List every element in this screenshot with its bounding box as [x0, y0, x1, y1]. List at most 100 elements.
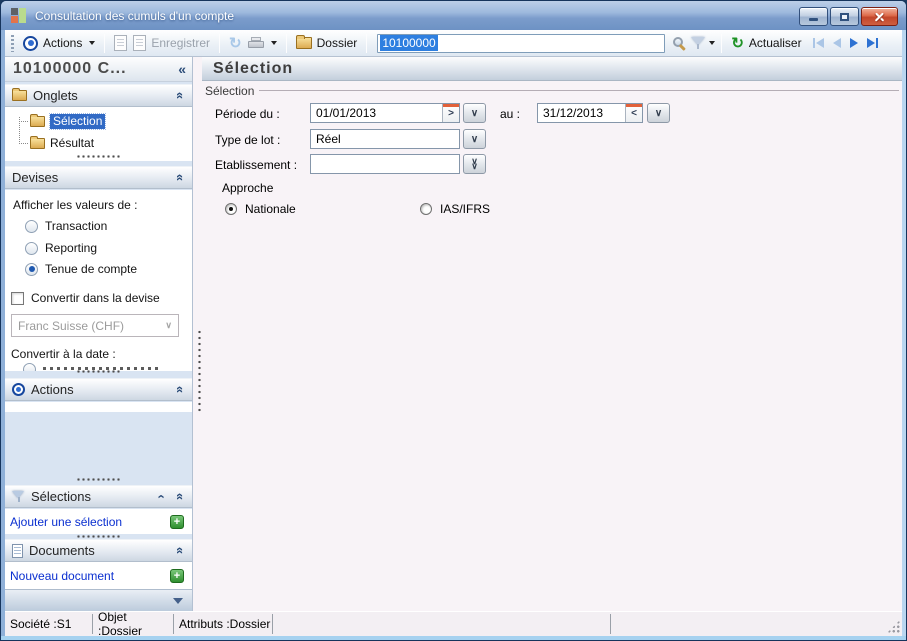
preview-button[interactable] [111, 33, 130, 53]
actualiser-button[interactable]: ↻ Actualiser [728, 34, 804, 53]
devises-title: Devises [12, 170, 59, 185]
periode-au-value: 31/12/2013 [543, 106, 604, 120]
app-window: Consultation des cumuls d'un compte Acti… [0, 0, 907, 641]
new-document-link[interactable]: Nouveau document [10, 569, 114, 583]
collapse-single-icon[interactable]: ‹ [155, 494, 170, 498]
selections-title: Sélections [31, 489, 91, 504]
new-document-plus-button[interactable]: + [170, 568, 184, 583]
date-picker-prev-icon[interactable]: < [625, 104, 642, 122]
collapse-double-icon[interactable]: « [173, 547, 188, 554]
date-picker-next-icon[interactable]: > [442, 104, 459, 122]
periode-au-dropdown-button[interactable]: ∨ [647, 103, 670, 123]
radio-icon [420, 203, 432, 215]
periode-du-field[interactable]: 01/01/2013 > [310, 103, 460, 123]
radio-reporting[interactable]: Reporting [25, 241, 97, 255]
refresh-button[interactable]: ↻ [226, 34, 245, 53]
panel-header-actions[interactable]: Actions « [5, 378, 192, 401]
actions-button[interactable]: Actions [20, 34, 98, 53]
tree-item-resultat[interactable]: Résultat [30, 135, 94, 151]
type-lot-value: Réel [316, 132, 341, 146]
printer-icon [247, 36, 264, 50]
au-label: au : [500, 107, 521, 121]
sidebar-bottom-bar [5, 589, 192, 611]
splitter-handle[interactable] [197, 329, 202, 413]
toolbar: Actions Enregistrer ↻ Dossier 10100000 ↻… [5, 30, 902, 57]
chevron-down-icon: ∨ [470, 107, 479, 119]
document-icon [12, 543, 23, 558]
selections-body: Ajouter une sélection + [5, 509, 192, 534]
save-button[interactable]: Enregistrer [130, 33, 213, 53]
convert-currency-checkbox[interactable]: Convertir dans la devise [11, 291, 160, 305]
dossier-button[interactable]: Dossier [293, 34, 361, 52]
folder-icon [30, 135, 45, 149]
panel-resize-handle[interactable] [75, 477, 122, 482]
window-title: Consultation des cumuls d'un compte [35, 8, 235, 23]
periode-au-field[interactable]: 31/12/2013 < [537, 103, 643, 123]
type-lot-dropdown-button[interactable]: ∨ [463, 129, 486, 149]
status-objet: Objet :Dossier [93, 610, 174, 638]
panel-header-devises[interactable]: Devises « [5, 166, 192, 189]
filter-icon[interactable] [691, 36, 706, 50]
print-caret-icon [270, 41, 277, 45]
panel-resize-handle[interactable] [75, 534, 122, 539]
tree-item-selection[interactable]: Sélection [30, 112, 107, 130]
radio-tenue-de-compte[interactable]: Tenue de compte [25, 262, 137, 276]
refresh-icon: ↻ [229, 34, 242, 52]
toolbar-separator [219, 33, 221, 53]
sidebar-header: 10100000 C... « [5, 57, 192, 82]
panel-header-selections[interactable]: Sélections ‹ « [5, 485, 192, 508]
nav-last-button[interactable] [866, 38, 878, 48]
etablissement-field[interactable] [310, 154, 460, 174]
radio-nationale[interactable]: Nationale [225, 202, 296, 216]
periode-du-dropdown-button[interactable]: ∨ [463, 103, 486, 123]
actions-target-icon [12, 383, 25, 396]
scroll-down-icon[interactable] [173, 598, 183, 604]
print-button[interactable] [245, 35, 280, 52]
sidebar: 10100000 C... « Onglets « Sélection Résu… [5, 57, 193, 611]
sidebar-collapse-icon[interactable]: « [178, 61, 186, 77]
nav-previous-button[interactable] [832, 38, 841, 48]
restore-button[interactable] [830, 7, 859, 26]
toolbar-separator [721, 33, 723, 53]
toolbar-grip[interactable] [11, 34, 14, 52]
filter-icon [12, 490, 25, 503]
tree-item-label: Résultat [50, 136, 95, 150]
restore-icon [840, 12, 849, 21]
filter-caret-icon[interactable] [709, 41, 716, 45]
radio-transaction[interactable]: Transaction [25, 219, 107, 233]
close-icon [874, 11, 885, 22]
add-selection-plus-button[interactable]: + [170, 514, 184, 529]
folder-icon [30, 113, 45, 127]
onglets-body: Sélection Résultat [5, 107, 192, 161]
onglets-title: Onglets [33, 88, 78, 103]
status-empty [611, 614, 902, 634]
etablissement-multi-select-button[interactable]: ∨ ∨ [463, 154, 486, 174]
panel-resize-handle[interactable] [75, 369, 122, 374]
nav-first-button[interactable] [812, 38, 824, 48]
radio-ias-ifrs[interactable]: IAS/IFRS [420, 202, 490, 216]
collapse-double-icon[interactable]: « [173, 386, 188, 393]
add-selection-link[interactable]: Ajouter une sélection [10, 515, 122, 529]
periode-label: Période du : [215, 107, 280, 121]
search-icon[interactable] [673, 37, 684, 47]
toolbar-separator [285, 33, 287, 53]
account-input[interactable]: 10100000 [377, 33, 666, 53]
panel-resize-handle[interactable] [75, 154, 122, 159]
radio-label: IAS/IFRS [440, 202, 491, 216]
documents-body: Nouveau document + [5, 562, 192, 589]
tree-item-label: Sélection [48, 112, 107, 130]
currency-select[interactable]: Franc Suisse (CHF) ∨ [11, 314, 179, 337]
panel-header-onglets[interactable]: Onglets « [5, 84, 192, 107]
type-lot-field[interactable]: Réel [310, 129, 460, 149]
status-empty [273, 614, 611, 634]
page-title: Sélection [213, 59, 294, 77]
collapse-double-icon[interactable]: « [173, 493, 188, 500]
nav-next-button[interactable] [849, 38, 858, 48]
collapse-double-icon[interactable]: « [173, 174, 188, 181]
collapse-double-icon[interactable]: « [173, 92, 188, 99]
toolbar-separator [104, 33, 106, 53]
panel-header-documents[interactable]: Documents « [5, 539, 192, 562]
close-button[interactable] [861, 7, 898, 26]
actions-body [5, 402, 192, 412]
minimize-button[interactable] [799, 7, 828, 26]
